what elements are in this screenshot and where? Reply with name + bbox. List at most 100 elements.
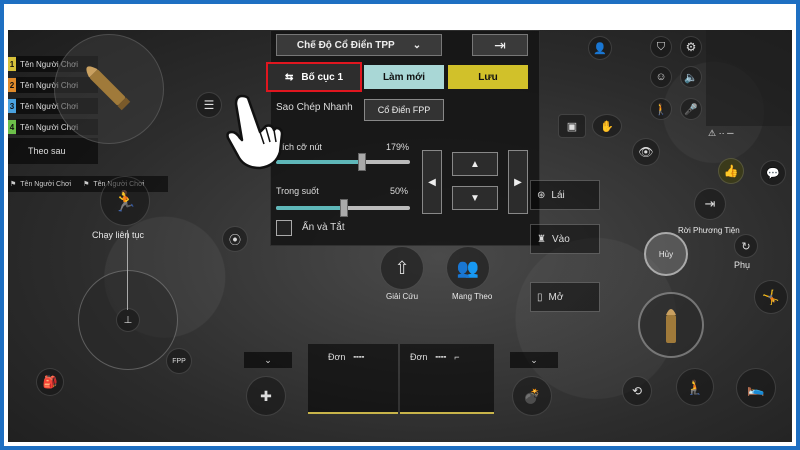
bullet-row-icon: ╍╍ xyxy=(435,352,447,362)
player-number: 2 xyxy=(8,78,16,92)
steering-wheel-icon: ⊛ xyxy=(537,189,546,201)
minimap[interactable] xyxy=(54,34,164,144)
follow-button[interactable]: Theo sau xyxy=(8,138,98,164)
quick-copy-label: Sao Chép Nhanh xyxy=(276,102,353,113)
hide-all-checkbox[interactable] xyxy=(276,220,292,236)
open-door-button[interactable]: ▯ Mở xyxy=(530,282,600,312)
list-icon[interactable]: ☰ xyxy=(196,92,222,118)
mode-select[interactable]: Chế Độ Cổ Điển TPP ⌄ xyxy=(276,34,442,56)
chevron-down-icon: ⌄ xyxy=(412,39,422,51)
cancel-label: Hủy xyxy=(658,249,674,259)
weapon-slot-2[interactable]: Đơn ╍╍ ⌐ xyxy=(400,344,494,414)
crate-icon[interactable]: ▣ xyxy=(558,114,586,138)
dpad-down-button[interactable]: ▼ xyxy=(452,186,498,210)
medkit-icon[interactable]: ✚ xyxy=(246,376,286,416)
player-number: 4 xyxy=(8,120,16,134)
fire-mode-1-label: Đơn xyxy=(328,352,346,362)
opacity-value: 50% xyxy=(390,186,409,196)
emote-icon[interactable]: ☺ xyxy=(650,66,672,88)
like-icon[interactable]: 👍 xyxy=(718,158,744,184)
bullet-icon xyxy=(666,309,676,343)
collapse-right-button[interactable]: ⌄ xyxy=(510,352,558,368)
position-dpad: ◀ ▲ ▼ ▶ xyxy=(422,150,530,214)
speaker-icon[interactable]: 🔈 xyxy=(680,66,702,88)
enter-button[interactable]: ♜ Vào xyxy=(530,224,600,254)
door-icon: ▯ xyxy=(537,291,543,303)
movement-joystick[interactable]: ⊥ xyxy=(78,270,178,370)
team-member-icon: ⚑ xyxy=(83,181,90,188)
reset-button[interactable]: Làm mới xyxy=(364,65,444,89)
pointing-hand-icon xyxy=(226,94,284,170)
jump-button[interactable]: 🤸 xyxy=(754,280,788,314)
reload-icon[interactable]: ⟲ xyxy=(622,376,652,406)
joystick-thumb[interactable]: ⊥ xyxy=(116,308,140,332)
team-member-name: Tên Người Chơi xyxy=(20,180,72,188)
chat-icon[interactable]: 💬 xyxy=(760,160,786,186)
mode-select-value: Chế Độ Cổ Điển TPP xyxy=(296,39,395,51)
cancel-aim-button[interactable]: Hủy xyxy=(644,232,688,276)
player-number: 1 xyxy=(8,57,16,71)
fire-mode-2: Đơn ╍╍ ⌐ xyxy=(410,352,460,363)
eye-icon[interactable]: 👁 xyxy=(632,138,660,166)
add-friend-icon[interactable]: 👤 xyxy=(588,36,612,60)
gear-icon[interactable]: ⚙ xyxy=(680,36,702,58)
button-size-handle[interactable] xyxy=(358,153,366,171)
exit-vehicle-button[interactable]: ⇥ xyxy=(694,188,726,220)
layout-1-label: Bố cục 1 xyxy=(301,71,344,83)
rescue-button[interactable]: ⇧ xyxy=(380,246,424,290)
pistol-icon: ⌐ xyxy=(454,352,460,362)
classic-fpp-button[interactable]: Cổ Điển FPP xyxy=(364,99,444,121)
button-size-fill xyxy=(276,160,365,164)
hide-all-label: Ẩn và Tắt xyxy=(302,222,345,233)
fire-mode-1: Đơn ╍╍ xyxy=(328,352,364,363)
bullet-icon xyxy=(86,66,131,111)
microphone-icon[interactable]: 🎤 xyxy=(680,98,702,120)
button-size-value: 179% xyxy=(386,142,410,152)
seat-icon: ♜ xyxy=(537,233,546,245)
crouch-icon[interactable]: 🧎 xyxy=(676,368,714,406)
enter-label: Vào xyxy=(551,233,570,245)
dpad-left-button[interactable]: ◀ xyxy=(422,150,442,214)
dpad-up-button[interactable]: ▲ xyxy=(452,152,498,176)
fire-button[interactable] xyxy=(638,292,704,358)
collapse-left-button[interactable]: ⌄ xyxy=(244,352,292,368)
backpack-icon[interactable]: 🎒 xyxy=(36,368,64,396)
sprint-label: Chạy liên tục xyxy=(92,230,145,240)
button-size-slider[interactable] xyxy=(276,160,410,164)
opacity-label: Trong suốt xyxy=(276,186,319,196)
grab-hand-icon[interactable]: ✋ xyxy=(592,114,622,138)
bullet-row-icon: ╍╍ xyxy=(353,352,365,362)
drive-button[interactable]: ⊛ Lái xyxy=(530,180,600,210)
dpad-right-button[interactable]: ▶ xyxy=(508,150,528,214)
team-member-icon: ⚑ xyxy=(10,181,17,188)
exit-editor-button[interactable]: ⇥ xyxy=(472,34,528,56)
crouch-walk-icon[interactable]: 🚶 xyxy=(650,98,672,120)
fire-mode-2-label: Đơn xyxy=(410,352,428,362)
drive-label: Lái xyxy=(551,189,565,201)
swap-arrows-icon: ⇆ xyxy=(284,71,294,83)
minimap-panel[interactable] xyxy=(706,30,792,126)
carry-label: Mang Theo xyxy=(452,292,493,301)
weapon-slot-1[interactable]: Đơn ╍╍ xyxy=(308,344,398,414)
fpp-toggle[interactable]: FPP xyxy=(166,348,192,374)
open-label: Mở xyxy=(548,291,564,303)
location-pin-icon[interactable]: ⦿ xyxy=(222,226,248,252)
opacity-handle[interactable] xyxy=(340,199,348,217)
joystick-guide-line xyxy=(127,230,128,310)
game-hud-editor: 1 Tên Người Chơi 2 Tên Người Chơi 3 Tên … xyxy=(8,30,792,442)
warning-icon: ⚠ ·· ─ xyxy=(708,128,734,138)
shield-icon[interactable]: ⛉ xyxy=(650,36,672,58)
opacity-fill xyxy=(276,206,343,210)
grenade-icon[interactable]: 💣 xyxy=(512,376,552,416)
player-number: 3 xyxy=(8,99,16,113)
carry-button[interactable]: 👥 xyxy=(446,246,490,290)
sprint-button[interactable]: 🏃 xyxy=(100,176,150,226)
switch-seat-icon[interactable]: ↻ xyxy=(734,234,758,258)
passenger-label: Phụ xyxy=(734,260,751,270)
layout-1-button[interactable]: ⇆ Bố cục 1 xyxy=(266,62,362,92)
exit-vehicle-label: Rời Phương Tiện xyxy=(678,226,740,235)
rescue-label: Giải Cứu xyxy=(386,292,419,301)
prone-icon[interactable]: 🛌 xyxy=(736,368,776,408)
exit-icon: ⇥ xyxy=(494,36,506,53)
save-button[interactable]: Lưu xyxy=(448,65,528,89)
